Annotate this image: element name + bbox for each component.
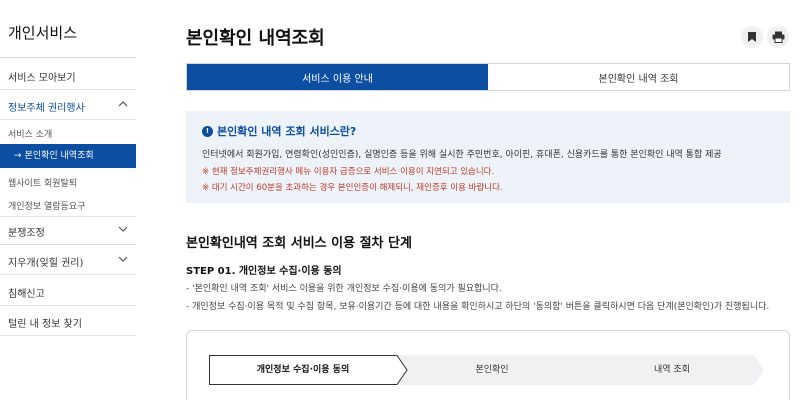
bookmark-button[interactable] (741, 26, 763, 48)
info-note: ※ 현재 정보주체권리행사 메뉴 이용자 급증으로 서비스 이용이 지연되고 있… (202, 167, 495, 177)
sidebar-item-leaked-info[interactable]: 털린 내 정보 찾기 (0, 315, 136, 330)
divider (0, 305, 136, 306)
chevron-down-icon (118, 226, 128, 232)
chevron-down-icon (118, 256, 128, 262)
sidebar-title: 개인서비스 (8, 24, 78, 42)
chevron-up-icon (118, 101, 128, 107)
sidebar-item-dispute[interactable]: 분쟁조정 (0, 224, 136, 239)
divider (0, 119, 136, 120)
tab-history-lookup[interactable]: 본인확인 내역 조회 (488, 64, 789, 90)
sidebar-item-label: 서비스 모아보기 (8, 73, 76, 84)
sidebar-subitem-label: 개인정보 열람등요구 (8, 202, 86, 212)
sidebar-subitem-label: 본인확인 내역조회 (24, 151, 94, 161)
page-title: 본인확인 내역조회 (186, 28, 325, 49)
bookmark-icon (748, 32, 756, 42)
sidebar-subitem-history[interactable]: → 본인확인 내역조회 (0, 144, 136, 168)
step-flow-item-verify: 본인확인 (475, 365, 509, 375)
speech-bubble-icon: ! (202, 125, 213, 137)
sidebar-subitem-access-request[interactable]: 개인정보 열람등요구 (0, 199, 136, 212)
divider (0, 216, 136, 217)
section-title: 본인확인내역 조회 서비스 이용 절차 단계 (186, 236, 412, 251)
step-flow-item-consent: 개인정보 수집·이용 동의 (256, 365, 350, 375)
sidebar-item-report[interactable]: 침해신고 (0, 285, 136, 300)
sidebar-item-label: 침해신고 (8, 289, 45, 300)
step-title: STEP 01. 개인정보 수집·이용 동의 (186, 266, 342, 277)
sidebar: 개인서비스 서비스 모아보기 정보주체 권리행사 서비스 소개 → 본인확인 내역… (0, 0, 136, 400)
info-note: ※ 대기 시간이 60분을 초과하는 경우 본인인증이 해제되니, 재인증후 이… (202, 183, 503, 193)
divider (0, 335, 136, 336)
print-icon (772, 31, 784, 43)
step-description: - 개인정보 수집·이용 목적 및 수집 항목, 보유·이용기간 등에 대한 내… (186, 302, 770, 312)
sidebar-item-overview[interactable]: 서비스 모아보기 (0, 69, 136, 84)
divider (0, 274, 136, 275)
info-heading-text: 본인확인 내역 조회 서비스란? (217, 125, 357, 138)
arrow-right-icon: → (14, 151, 22, 161)
step-description: - '본인확인 내역 조회' 서비스 이용을 위한 개인정보 수집·이용에 동의… (186, 284, 502, 294)
sidebar-subitem-label: 웹사이트 회원탈퇴 (8, 179, 78, 189)
sidebar-item-label: 지우개(잊힐 권리) (8, 258, 84, 269)
sidebar-item-eraser[interactable]: 지우개(잊힐 권리) (0, 254, 136, 269)
sidebar-item-label: 정보주체 권리행사 (8, 103, 85, 114)
sidebar-item-label: 털린 내 정보 찾기 (8, 319, 82, 330)
divider (0, 57, 136, 58)
sidebar-subitem-withdraw[interactable]: 웹사이트 회원탈퇴 (0, 176, 136, 189)
sidebar-subitem-intro[interactable]: 서비스 소개 (0, 127, 136, 140)
tab-service-guide[interactable]: 서비스 이용 안내 (187, 64, 488, 90)
tab-bar: 서비스 이용 안내 본인확인 내역 조회 (186, 63, 790, 91)
info-description: 인터넷에서 회원가입, 연령확인(성인인증), 실명인증 등을 위해 실시한 주… (202, 150, 722, 160)
sidebar-item-label: 분쟁조정 (8, 228, 45, 239)
step-flow: 개인정보 수집·이용 동의 본인확인 내역 조회 (209, 355, 769, 385)
sidebar-subitem-label: 서비스 소개 (8, 130, 53, 140)
print-button[interactable] (767, 26, 789, 48)
divider (0, 244, 136, 245)
divider (0, 89, 136, 90)
sidebar-item-rights[interactable]: 정보주체 권리행사 (0, 99, 136, 114)
info-box: ! 본인확인 내역 조회 서비스란? 인터넷에서 회원가입, 연령확인(성인인증… (186, 111, 790, 203)
info-heading: ! 본인확인 내역 조회 서비스란? (202, 123, 356, 139)
step-flow-item-lookup: 내역 조회 (654, 365, 690, 375)
